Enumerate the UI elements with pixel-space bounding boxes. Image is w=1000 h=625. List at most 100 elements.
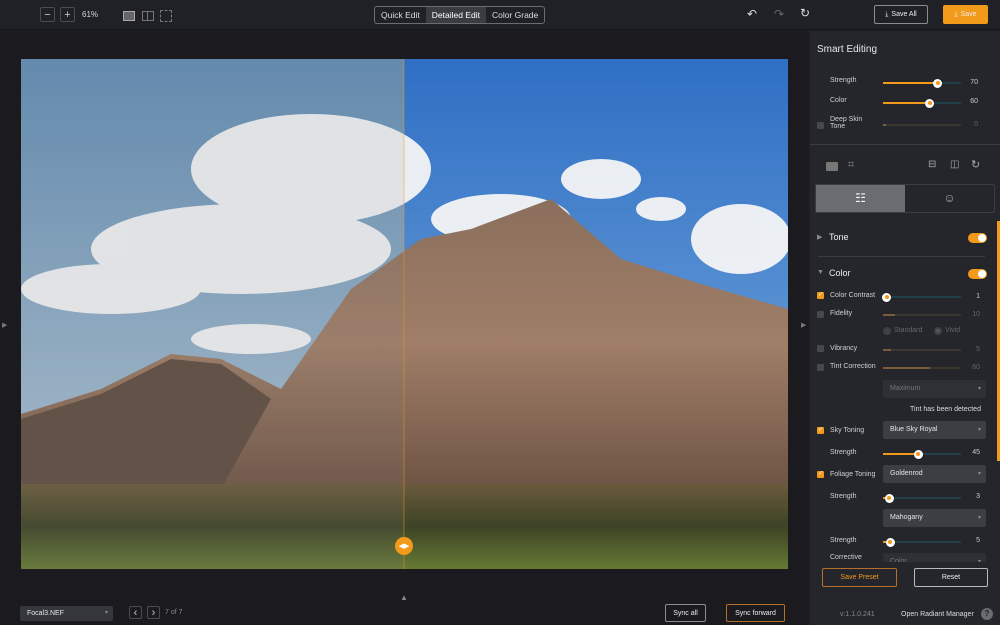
vibrancy-checkbox[interactable] — [817, 345, 824, 352]
panel-tabs: ☷ ☺ — [815, 184, 995, 213]
strength-label: Strength — [830, 77, 857, 84]
vivid-radio[interactable] — [934, 327, 942, 335]
sky-toning-checkbox[interactable] — [817, 426, 824, 434]
smart-editing-title: Smart Editing — [817, 44, 878, 55]
sync-all-button[interactable]: Sync all — [665, 604, 706, 622]
undo-icon[interactable]: ↶ — [747, 7, 757, 21]
foliage-strength2-slider[interactable] — [883, 537, 961, 547]
tint-checkbox[interactable] — [817, 364, 824, 371]
fidelity-slider[interactable] — [883, 314, 961, 316]
foliage-preset-select[interactable]: Goldenrod — [883, 465, 986, 483]
redo-icon[interactable]: ↷ — [774, 7, 784, 21]
crop-icon[interactable]: ⌗ — [848, 159, 854, 172]
file-select[interactable]: Focal3.NEF — [20, 606, 113, 621]
standard-label: Standard — [894, 327, 923, 334]
strength-slider[interactable] — [883, 78, 961, 88]
save-preset-button[interactable]: Save Preset — [822, 568, 897, 587]
color-contrast-label: Color Contrast — [830, 292, 876, 299]
side-by-side-icon[interactable] — [142, 11, 154, 21]
foliage-toning-checkbox[interactable] — [817, 470, 824, 478]
adjustments-panel: Smart Editing Strength 70 Color 60 Deep … — [810, 31, 1000, 625]
vibrancy-label: Vibrancy — [830, 345, 858, 352]
vibrancy-slider[interactable] — [883, 349, 961, 351]
foliage-strength-slider[interactable] — [883, 493, 961, 503]
deep-skin-checkbox[interactable] — [817, 122, 824, 129]
tint-label: Tint Correction — [830, 363, 876, 370]
single-view-icon[interactable] — [123, 11, 135, 21]
page-indicator: 7 of 7 — [165, 609, 183, 616]
sync-forward-button[interactable]: Sync forward — [726, 604, 785, 622]
divider — [810, 144, 1000, 145]
foliage-preset2-select[interactable]: Mahogany — [883, 509, 986, 527]
adjustments-tab-icon[interactable]: ☷ — [816, 185, 905, 212]
save-label: Save — [960, 11, 977, 18]
reset-button[interactable]: Reset — [914, 568, 988, 587]
help-icon[interactable]: ? — [981, 608, 993, 620]
split-handle[interactable]: ◀▶ — [395, 537, 413, 555]
foliage-strength2-value: 5 — [976, 537, 980, 544]
color-section-title[interactable]: Color — [829, 268, 851, 278]
color-label: Color — [830, 97, 847, 104]
vivid-label: Vivid — [945, 327, 961, 334]
color-collapse-icon[interactable]: ▼ — [817, 269, 824, 276]
rotate-icon[interactable]: ↻ — [971, 158, 980, 171]
photo-image — [21, 59, 788, 569]
sky-toning-label: Sky Toning — [830, 427, 865, 434]
right-panel-toggle-icon[interactable]: ▶ — [801, 321, 806, 329]
next-image-button[interactable]: › — [147, 606, 160, 619]
download-icon: ⤓ — [954, 10, 958, 18]
save-button[interactable]: ⤓ Save — [943, 5, 988, 24]
image-icon[interactable] — [826, 162, 838, 171]
corrective-label: Corrective — [830, 554, 862, 561]
tint-slider[interactable] — [883, 367, 961, 369]
sky-strength-slider[interactable] — [883, 449, 961, 459]
corrective-row: Corrective Color — [810, 551, 996, 562]
tone-section-title[interactable]: Tone — [829, 232, 849, 242]
deep-skin-label: Deep Skin Tone — [830, 116, 863, 130]
mode-tabs: Quick Edit Detailed Edit Color Grade — [374, 6, 546, 24]
sky-strength-value: 45 — [972, 449, 980, 456]
color-value: 60 — [970, 98, 978, 105]
prev-image-button[interactable]: ‹ — [129, 606, 142, 619]
sky-strength-label: Strength — [830, 449, 857, 456]
flip-horizontal-icon[interactable]: ◫ — [950, 159, 959, 170]
foliage-strength2-label: Strength — [830, 537, 857, 544]
foliage-strength-value: 3 — [976, 493, 980, 500]
tab-quick-edit[interactable]: Quick Edit — [375, 7, 426, 23]
tone-toggle[interactable] — [968, 233, 987, 243]
foliage-strength-label: Strength — [830, 493, 857, 500]
tab-detailed-edit[interactable]: Detailed Edit — [425, 7, 486, 23]
zoom-in-button[interactable]: + — [60, 7, 75, 22]
zoom-level: 61% — [82, 10, 99, 19]
tone-expand-icon[interactable]: ▶ — [817, 233, 822, 241]
fidelity-checkbox[interactable] — [817, 311, 824, 318]
color-toggle[interactable] — [968, 269, 987, 279]
tint-mode-select[interactable]: Maximum — [883, 380, 986, 398]
color-contrast-value: 1 — [976, 293, 980, 300]
corrective-select[interactable]: Color — [883, 553, 986, 562]
filmstrip-toggle-icon[interactable]: ▲ — [400, 593, 408, 602]
standard-radio[interactable] — [883, 327, 891, 335]
open-manager-link[interactable]: Open Radiant Manager — [901, 611, 974, 618]
split-view-icon[interactable] — [160, 10, 172, 22]
color-slider[interactable] — [883, 98, 961, 108]
download-icon: ⤓ — [885, 10, 889, 18]
fidelity-label: Fidelity — [830, 310, 853, 317]
fidelity-value: 10 — [972, 311, 980, 318]
save-all-label: Save All — [891, 11, 917, 18]
top-toolbar: − + 61% Quick Edit Detailed Edit Color G… — [0, 0, 1000, 30]
sky-preset-select[interactable]: Blue Sky Royal — [883, 421, 986, 439]
deep-skin-value: 0 — [974, 121, 978, 128]
zoom-out-button[interactable]: − — [40, 7, 55, 22]
left-panel-toggle-icon[interactable]: ▶ — [2, 321, 7, 329]
save-all-button[interactable]: ⤓ Save All — [874, 5, 928, 24]
color-contrast-checkbox[interactable] — [817, 291, 824, 299]
flip-vertical-icon[interactable]: ⊟ — [928, 159, 936, 170]
reset-icon[interactable]: ↻ — [800, 6, 810, 20]
photo-preview[interactable] — [21, 59, 788, 569]
color-contrast-slider[interactable] — [882, 292, 961, 302]
divider — [818, 256, 985, 257]
tab-color-grade[interactable]: Color Grade — [486, 7, 544, 23]
portrait-tab-icon[interactable]: ☺ — [905, 185, 994, 212]
deep-skin-slider[interactable] — [883, 124, 961, 126]
